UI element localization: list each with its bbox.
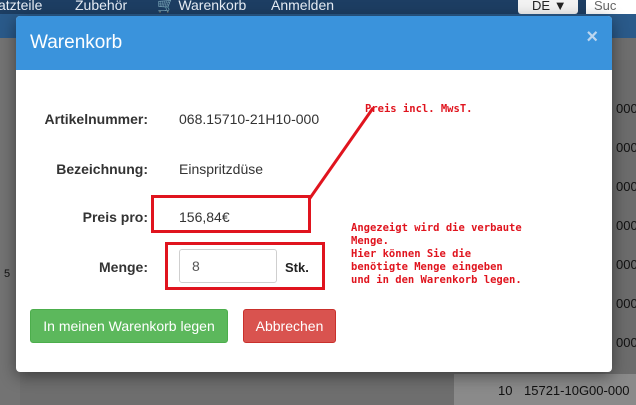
language-value: DE xyxy=(532,0,551,13)
table-cell: 000 xyxy=(616,179,636,194)
table-cell: 000 xyxy=(616,140,636,155)
quantity-label: Menge: xyxy=(99,259,148,275)
nav-item-anmelden[interactable]: Anmelden xyxy=(271,0,334,13)
cart-icon: 🛒 xyxy=(157,0,175,13)
table-cell: 000 xyxy=(616,218,636,233)
article-number-label: Artikelnummer: xyxy=(44,111,148,127)
dialog-title: Warenkorb xyxy=(30,32,123,53)
table-row[interactable]: 10 15721-10G00-000 xyxy=(454,374,636,405)
article-number-value: 068.15710-21H10-000 xyxy=(179,111,320,127)
quantity-annotation: Angezeigt wird die verbaute Menge. Hier … xyxy=(351,222,522,286)
search-input[interactable]: Suc xyxy=(586,0,636,14)
table-cell: 000 xyxy=(616,335,636,350)
chevron-down-icon: ▼ xyxy=(553,0,567,13)
top-navigation: atzteile Zubehör 🛒 Warenkorb Anmelden DE… xyxy=(0,0,636,14)
nav-item-zubehoer[interactable]: Zubehör xyxy=(75,0,127,13)
table-cell-part: 15721-10G00-000 xyxy=(524,383,630,398)
price-label: Preis pro: xyxy=(82,209,148,225)
quantity-highlight-box xyxy=(165,242,325,290)
price-annotation: Preis incl. MwsT. xyxy=(365,103,473,115)
nav-item-warenkorb[interactable]: 🛒 Warenkorb xyxy=(157,0,246,14)
dialog-header: Warenkorb × xyxy=(16,16,612,70)
table-cell: 000 xyxy=(616,296,636,311)
nav-item-ersatzteile[interactable]: atzteile xyxy=(0,0,42,13)
price-highlight-box xyxy=(151,195,311,233)
close-icon[interactable]: × xyxy=(586,26,598,49)
add-to-cart-button[interactable]: In meinen Warenkorb legen xyxy=(30,309,228,343)
cancel-button[interactable]: Abbrechen xyxy=(243,309,336,343)
description-value: Einspritzdüse xyxy=(179,161,264,177)
drawing-callout-number: 5 xyxy=(4,268,11,280)
table-cell: 000 xyxy=(616,101,636,116)
table-cell: 000 xyxy=(616,257,636,272)
nav-item-warenkorb-label: Warenkorb xyxy=(178,0,247,13)
language-select[interactable]: DE ▼ xyxy=(518,0,578,14)
description-label: Bezeichnung: xyxy=(56,161,148,177)
table-cell-pos: 10 xyxy=(498,383,513,398)
